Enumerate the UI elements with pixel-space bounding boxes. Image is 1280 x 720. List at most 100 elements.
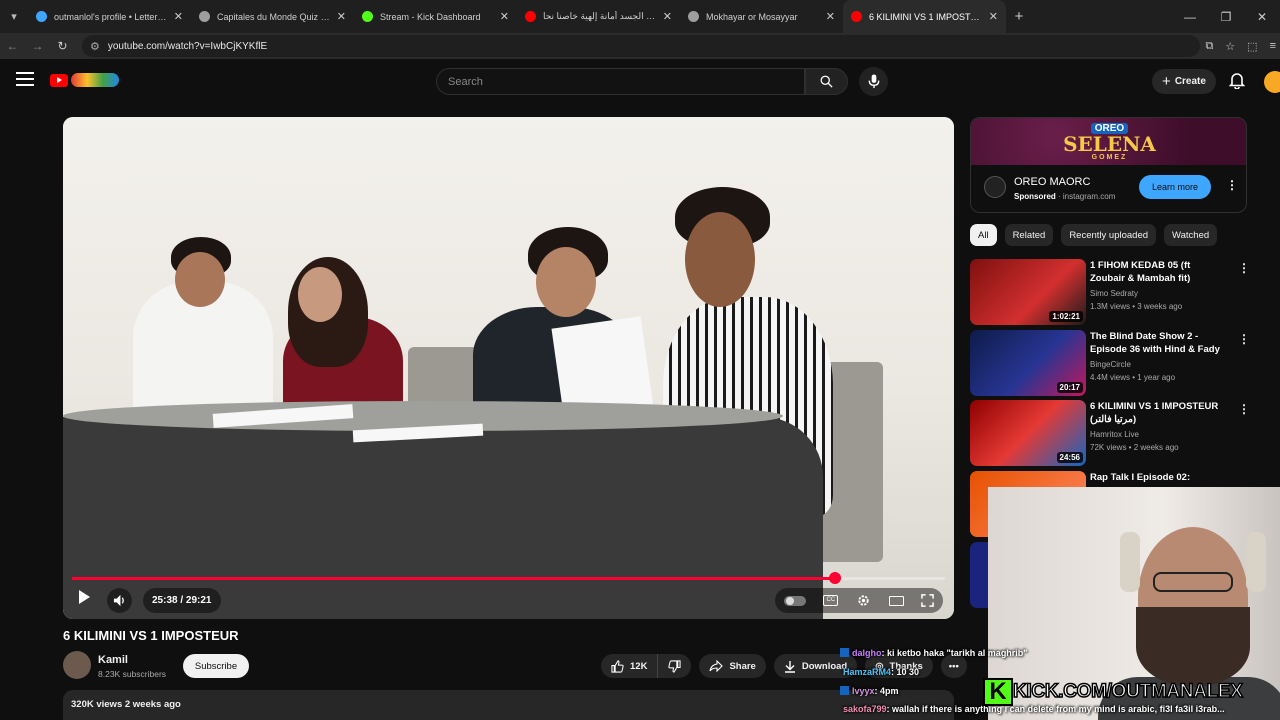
voice-search-button[interactable] xyxy=(859,67,888,96)
notifications-bell-icon[interactable] xyxy=(1228,72,1246,94)
video-player[interactable]: 25:38 / 29:21 CC xyxy=(63,117,954,619)
chat-text: 10 30 xyxy=(896,667,920,677)
video-thumbnail[interactable]: 1:02:21 xyxy=(970,259,1086,325)
close-icon[interactable]: ✕ xyxy=(174,10,183,23)
video-thumbnail[interactable]: 20:17 xyxy=(970,330,1086,396)
subscribe-button[interactable]: Subscribe xyxy=(183,654,249,678)
time-display: 25:38 / 29:21 xyxy=(143,588,221,613)
bookmark-star-icon[interactable]: ☆ xyxy=(1225,40,1235,53)
more-vertical-icon[interactable]: ⋮ xyxy=(1238,332,1250,346)
headphones-icon xyxy=(1120,532,1140,592)
sponsored-ad[interactable]: OREO SELENA GOMEZ OREO MAORC Sponsored ·… xyxy=(970,117,1247,213)
ad-banner-image[interactable]: OREO SELENA GOMEZ xyxy=(971,118,1246,165)
description-box[interactable] xyxy=(63,690,954,720)
chat-text: 4pm xyxy=(880,686,899,696)
recommended-thumbnail-partial[interactable] xyxy=(970,542,990,608)
search-button[interactable] xyxy=(805,68,848,95)
thumbs-up-icon xyxy=(611,659,624,673)
site-info-icon[interactable]: ⚙ xyxy=(90,40,100,53)
reading-list-icon[interactable]: ≡ xyxy=(1270,40,1276,52)
forward-icon[interactable]: → xyxy=(25,39,50,53)
play-button[interactable] xyxy=(77,589,91,610)
channel-avatar[interactable] xyxy=(63,651,91,679)
youtube-logo[interactable] xyxy=(50,73,119,87)
minimize-icon[interactable]: — xyxy=(1172,10,1208,24)
download-icon xyxy=(784,660,795,673)
chip-watched[interactable]: Watched xyxy=(1164,224,1218,246)
autoplay-toggle-icon[interactable] xyxy=(783,595,806,606)
chip-recently-uploaded[interactable]: Recently uploaded xyxy=(1061,224,1157,246)
browser-tab[interactable]: واش الجسد أمانة إلهية خاصنا نحا ✕ xyxy=(517,0,680,33)
youtube-play-icon xyxy=(50,73,68,87)
video-view-date: 320K views 2 weeks ago xyxy=(71,699,181,710)
fullscreen-icon[interactable] xyxy=(921,594,934,607)
close-window-icon[interactable]: ✕ xyxy=(1244,10,1280,24)
video-title: 6 KILIMINI VS 1 IMPOSTEUR xyxy=(63,628,239,643)
chat-user: dalgho xyxy=(852,648,882,658)
new-tab-button[interactable]: + xyxy=(1006,8,1032,25)
volume-button[interactable] xyxy=(107,588,132,613)
chip-all[interactable]: All xyxy=(970,224,997,246)
video-title-link[interactable]: The Blind Date Show 2 - Episode 36 with … xyxy=(1090,330,1226,356)
dislike-button[interactable] xyxy=(658,654,692,678)
tab-search-icon[interactable]: ▾ xyxy=(0,0,28,33)
video-person-head xyxy=(685,212,755,307)
browser-toolbar: ← → ↻ ⚙ youtube.com/watch?v=IwbCjKYKflE … xyxy=(0,33,1280,59)
captions-icon[interactable]: CC xyxy=(823,595,839,606)
video-person-head xyxy=(298,267,342,322)
close-icon[interactable]: ✕ xyxy=(663,10,672,23)
share-button[interactable]: Share xyxy=(699,654,766,678)
back-icon[interactable]: ← xyxy=(0,39,25,53)
close-icon[interactable]: ✕ xyxy=(989,10,998,23)
maximize-icon[interactable]: ❐ xyxy=(1208,10,1244,24)
tab-favicon-icon xyxy=(851,11,862,22)
tab-favicon-icon xyxy=(688,11,699,22)
browser-tab[interactable]: Mokhayar or Mosayyar ✕ xyxy=(680,0,843,33)
reload-icon[interactable]: ↻ xyxy=(50,39,75,53)
chat-message: dalgho: ki ketbo haka "tarikh al maghrib… xyxy=(840,648,1028,658)
theater-mode-icon[interactable] xyxy=(888,595,904,606)
create-button[interactable]: + Create xyxy=(1152,69,1216,94)
chat-message: HamzaRM4: 10 30 xyxy=(843,667,920,677)
learn-more-button[interactable]: Learn more xyxy=(1139,175,1211,199)
thumbs-down-icon xyxy=(668,659,682,673)
close-icon[interactable]: ✕ xyxy=(826,10,835,23)
like-count: 12K xyxy=(630,660,648,672)
like-button[interactable]: 12K xyxy=(601,654,659,678)
browser-tab[interactable]: Capitales du Monde Quiz - Jeu ✕ xyxy=(191,0,354,33)
extensions-icon[interactable]: ⬚ xyxy=(1247,40,1257,53)
menu-icon[interactable] xyxy=(16,72,34,86)
close-icon[interactable]: ✕ xyxy=(500,10,509,23)
account-avatar[interactable] xyxy=(1264,71,1280,93)
more-vertical-icon[interactable]: ⋮ xyxy=(1238,402,1250,416)
browser-tab[interactable]: Stream - Kick Dashboard ✕ xyxy=(354,0,517,33)
browser-tab[interactable]: outmanlol's profile • Letterboxd ✕ xyxy=(28,0,191,33)
progress-scrubber[interactable] xyxy=(829,572,841,584)
browser-tab-active[interactable]: 6 KILIMINI VS 1 IMPOSTEUR - Y ✕ xyxy=(843,0,1006,33)
install-app-icon[interactable]: ⧉ xyxy=(1205,40,1213,53)
search-input[interactable]: Search xyxy=(436,68,805,95)
more-vertical-icon[interactable]: ⋮ xyxy=(1238,261,1250,275)
recommended-video[interactable]: 20:17 The Blind Date Show 2 - Episode 36… xyxy=(970,330,1250,396)
video-duration: 1:02:21 xyxy=(1049,311,1083,322)
kick-channel-banner: K KICK.COM/OUTMANALEX xyxy=(983,678,1244,706)
ad-more-icon[interactable]: ⋮ xyxy=(1226,178,1238,192)
video-title-link[interactable]: 1 FIHOM KEDAB 05 (ft Zoubair & Mambah fi… xyxy=(1090,259,1226,285)
video-title-link[interactable]: 6 KILIMINI VS 1 IMPOSTEUR (مرتيا فالتر) xyxy=(1090,400,1226,426)
close-icon[interactable]: ✕ xyxy=(337,10,346,23)
video-thumbnail[interactable]: 24:56 xyxy=(970,400,1086,466)
video-meta: 4.4M views • 1 year ago xyxy=(1090,373,1176,382)
address-bar[interactable]: ⚙ youtube.com/watch?v=IwbCjKYKflE xyxy=(82,35,1200,57)
recommended-video[interactable]: 1:02:21 1 FIHOM KEDAB 05 (ft Zoubair & M… xyxy=(970,259,1250,325)
video-title-link[interactable]: Rap Talk I Episode 02: xyxy=(1090,471,1226,484)
video-channel[interactable]: Hamritox Live xyxy=(1090,430,1139,439)
video-person-head xyxy=(536,247,596,317)
chip-related[interactable]: Related xyxy=(1004,224,1054,246)
recommended-video[interactable]: 24:56 6 KILIMINI VS 1 IMPOSTEUR (مرتيا ف… xyxy=(970,400,1250,466)
video-channel[interactable]: BingeCircle xyxy=(1090,360,1131,369)
channel-name[interactable]: Kamil xyxy=(98,654,128,666)
progress-bar[interactable] xyxy=(72,572,945,584)
video-channel[interactable]: Simo Sedraty xyxy=(1090,289,1138,298)
microphone-icon xyxy=(868,74,879,89)
settings-gear-icon[interactable] xyxy=(856,593,871,608)
